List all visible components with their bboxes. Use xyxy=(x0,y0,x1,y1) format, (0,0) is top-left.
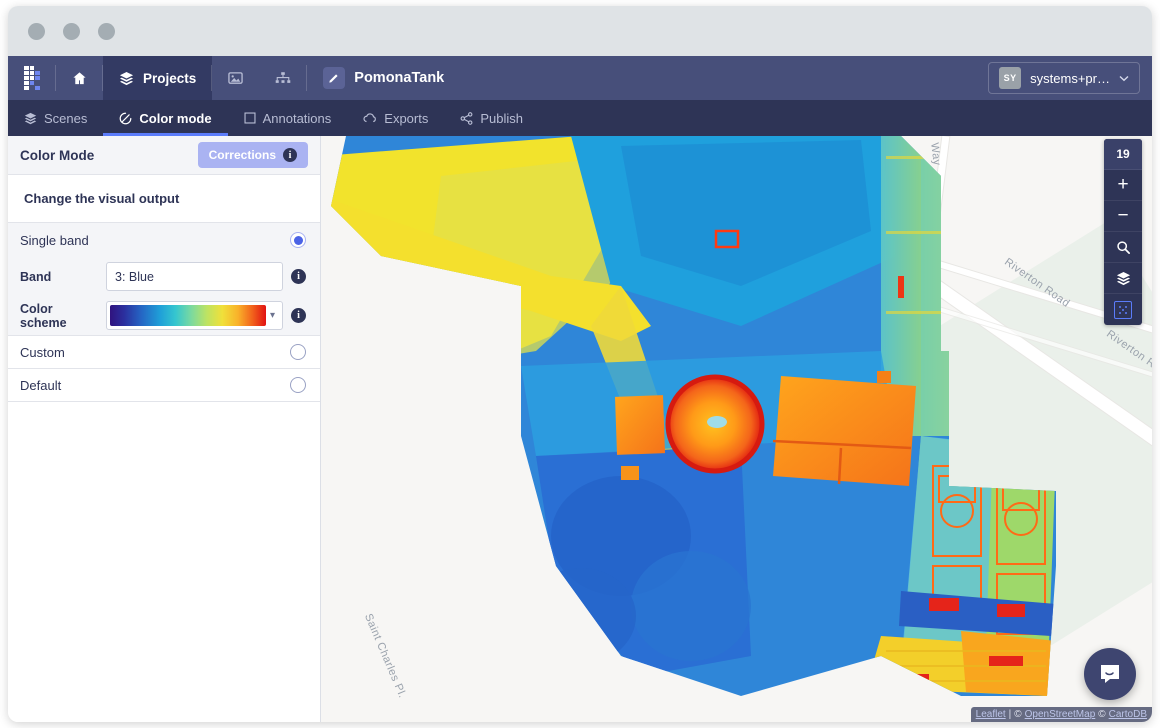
project-breadcrumb[interactable]: PomonaTank xyxy=(307,56,460,100)
mode-custom-label: Custom xyxy=(20,344,65,360)
corrections-button-label: Corrections xyxy=(208,148,276,162)
color-scheme-gradient-swatch xyxy=(110,305,266,326)
edit-project-button[interactable] xyxy=(323,67,346,89)
nav-projects[interactable]: Projects xyxy=(103,56,213,100)
attribution-carto-prefix: © xyxy=(1098,709,1106,720)
map-select-area-button[interactable] xyxy=(1104,294,1142,325)
orthomosaic-raster xyxy=(331,136,1056,696)
tab-publish[interactable]: Publish xyxy=(444,100,539,136)
attribution-osm-link[interactable]: OpenStreetMap xyxy=(1025,709,1096,720)
color-scheme-select[interactable]: ▾ xyxy=(106,301,283,330)
mode-default-label: Default xyxy=(20,377,62,393)
window-minimize-button[interactable] xyxy=(63,22,80,40)
attribution-separator: | xyxy=(1008,709,1012,720)
band-select[interactable]: 3: Blue xyxy=(106,262,283,291)
dots-grid-icon xyxy=(1119,305,1127,314)
band-info-icon[interactable]: i xyxy=(291,269,306,284)
tab-annotations-label: Annotations xyxy=(262,110,332,126)
tab-annotations[interactable]: Annotations xyxy=(228,100,348,136)
mode-single-band[interactable]: Single band xyxy=(8,223,320,257)
mode-default-radio[interactable] xyxy=(290,377,306,393)
zoom-in-button[interactable]: + xyxy=(1104,170,1142,201)
single-band-group: Single band Band 3: Blue i Color scheme … xyxy=(8,223,320,336)
share-icon xyxy=(460,111,473,125)
nav-projects-label: Projects xyxy=(143,70,197,86)
color-scheme-info-icon[interactable]: i xyxy=(291,308,306,323)
band-field-row: Band 3: Blue i xyxy=(8,257,320,296)
mode-custom[interactable]: Custom xyxy=(8,336,320,369)
pencil-icon xyxy=(329,74,338,83)
sitemap-icon xyxy=(275,72,291,83)
mode-single-band-radio[interactable] xyxy=(290,232,306,248)
chevron-down-icon xyxy=(1119,75,1129,81)
app-window: Projects PomonaTank SY systems+pr… Scene… xyxy=(8,6,1152,722)
window-maximize-button[interactable] xyxy=(98,22,115,40)
color-mode-icon xyxy=(120,112,132,124)
window-titlebar xyxy=(8,6,1152,56)
home-icon xyxy=(73,71,86,84)
corrections-button[interactable]: Corrections i xyxy=(197,142,308,168)
project-name-label: PomonaTank xyxy=(354,70,445,86)
tab-color-mode-label: Color mode xyxy=(139,110,212,126)
secondary-navbar: Scenes Color mode Annotations Exports Pu… xyxy=(8,100,1152,136)
page-title: Color Mode xyxy=(20,147,95,163)
primary-navbar: Projects PomonaTank SY systems+pr… xyxy=(8,56,1152,100)
tab-scenes-label: Scenes xyxy=(44,110,88,126)
select-area-icon xyxy=(1114,300,1132,319)
map-layers-button[interactable] xyxy=(1104,263,1142,294)
nav-hierarchy[interactable] xyxy=(259,56,308,100)
map-attribution: Leaflet | © OpenStreetMap © CartoDB xyxy=(970,707,1152,722)
tab-color-mode[interactable]: Color mode xyxy=(103,100,228,136)
tab-exports[interactable]: Exports xyxy=(347,100,444,136)
app-logo[interactable] xyxy=(8,56,56,100)
mode-custom-radio[interactable] xyxy=(290,344,306,360)
search-icon xyxy=(1116,240,1130,254)
panel-subtitle: Change the visual output xyxy=(8,175,320,223)
chevron-down-icon: ▾ xyxy=(269,310,275,321)
attribution-carto-link[interactable]: CartoDB xyxy=(1109,709,1147,720)
panel-header: Color Mode Corrections i xyxy=(8,136,320,175)
messenger-icon xyxy=(1101,665,1119,683)
map-search-button[interactable] xyxy=(1104,232,1142,263)
zoom-out-button[interactable]: − xyxy=(1104,201,1142,232)
user-account-menu[interactable]: SY systems+pr… xyxy=(988,62,1140,94)
zoom-level-indicator: 19 xyxy=(1104,139,1142,170)
nav-home[interactable] xyxy=(56,56,103,100)
layers-icon xyxy=(119,71,134,85)
layers-icon xyxy=(24,112,37,124)
image-icon xyxy=(228,72,243,84)
export-cloud-icon xyxy=(363,113,377,123)
map-controls: 19 + − xyxy=(1104,139,1142,325)
window-close-button[interactable] xyxy=(28,22,45,40)
map-viewport[interactable]: Way Riverton Road Riverton Ro Saint Char… xyxy=(321,136,1152,722)
tab-publish-label: Publish xyxy=(480,110,523,126)
user-name-label: systems+pr… xyxy=(1030,70,1110,86)
annotation-icon xyxy=(244,112,256,124)
color-scheme-field-row: Color scheme ▾ i xyxy=(8,296,320,335)
band-select-value: 3: Blue xyxy=(115,269,154,284)
tab-exports-label: Exports xyxy=(384,110,429,126)
intercom-messenger-button[interactable] xyxy=(1084,648,1136,700)
mode-default[interactable]: Default xyxy=(8,369,320,402)
relabs-logo-icon xyxy=(24,66,40,90)
avatar: SY xyxy=(999,67,1022,89)
mode-single-band-label: Single band xyxy=(20,232,89,248)
attribution-leaflet-link[interactable]: Leaflet xyxy=(976,709,1006,720)
color-mode-panel: Color Mode Corrections i Change the visu… xyxy=(8,136,321,722)
main-content: Color Mode Corrections i Change the visu… xyxy=(8,136,1152,722)
attribution-osm-prefix: © xyxy=(1014,709,1022,720)
color-scheme-label: Color scheme xyxy=(20,301,67,330)
band-label: Band xyxy=(20,269,52,284)
nav-imagery[interactable] xyxy=(212,56,259,100)
info-icon[interactable]: i xyxy=(283,148,297,162)
layers-icon xyxy=(1116,271,1130,285)
tab-scenes[interactable]: Scenes xyxy=(8,100,103,136)
